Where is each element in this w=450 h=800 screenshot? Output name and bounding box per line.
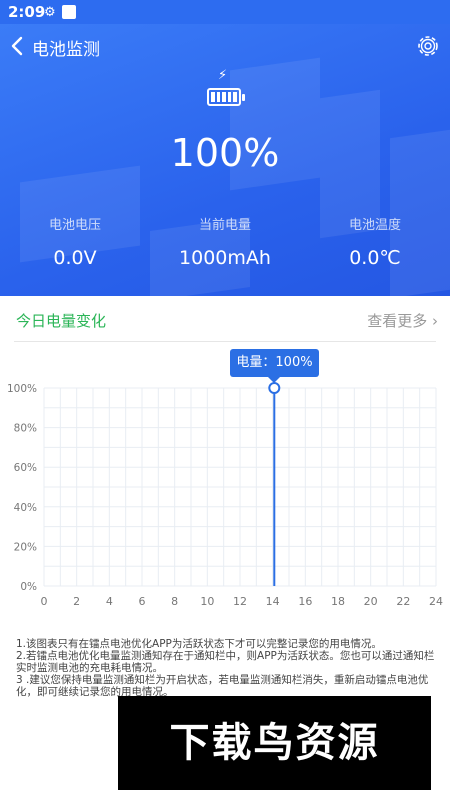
y-tick-label: 20% (14, 541, 37, 553)
x-tick-label: 0 (41, 595, 48, 608)
x-tick-label: 14 (266, 595, 280, 608)
highlight-point (268, 382, 281, 394)
x-tick-label: 10 (200, 595, 214, 608)
stat-capacity-value: 1000mAh (179, 247, 271, 269)
chart-tooltip-text: 电量：100% (236, 355, 313, 370)
y-tick-label: 0% (20, 581, 37, 593)
status-bar: 2:09 ⚙ (0, 0, 450, 24)
stat-temperature-value: 0.0℃ (349, 247, 401, 269)
battery-icon (207, 88, 245, 106)
settings-gear-icon[interactable] (414, 32, 442, 60)
note-2: 2.若镭点电池优化电量监测通知存在于通知栏中，则APP为活跃状态。您也可以通过通… (16, 650, 435, 674)
battery-hero-panel: 电池监测 ⚡ 100% 电池电压 0.0V 当前电量 1000mAh 电池温度 … (0, 24, 450, 296)
battery-chart: 0%20%40%60%80%100%0 2 4 6 8 10 12 14 16 18 20 22 24 (7, 382, 443, 608)
stat-voltage-value: 0.0V (53, 247, 97, 269)
view-more-label: 查看更多 (367, 312, 428, 330)
notification-icon (62, 5, 76, 19)
x-tick-label: 20 (364, 595, 378, 608)
x-tick-label: 6 (139, 595, 146, 608)
x-tick-label: 4 (106, 595, 113, 608)
chevron-right-icon: › (432, 312, 438, 330)
stat-temperature: 电池温度 0.0℃ (300, 214, 450, 269)
note-1: 1.该图表只有在镭点电池优化APP为活跃状态下才可以完整记录您的用电情况。 (16, 638, 382, 650)
status-time: 2:09 (8, 3, 46, 21)
settings-gear-status-icon: ⚙ (44, 5, 56, 20)
divider (14, 341, 436, 342)
stat-capacity: 当前电量 1000mAh (150, 214, 300, 269)
view-more-link[interactable]: 查看更多 › (367, 310, 438, 331)
charging-bolt-icon: ⚡ (218, 68, 228, 83)
y-tick-label: 80% (14, 423, 37, 435)
stat-voltage-label: 电池电压 (48, 218, 101, 233)
top-bar: 电池监测 (0, 24, 450, 68)
stat-capacity-label: 当前电量 (198, 218, 251, 233)
page-title: 电池监测 (32, 40, 100, 60)
battery-percent: 100% (170, 131, 280, 175)
x-tick-label: 24 (429, 595, 443, 608)
note-3: 3 .建议您保持电量监测通知栏为开启状态，若电量监测通知栏消失，重新启动镭点电池… (16, 674, 429, 698)
x-tick-label: 2 (73, 595, 80, 608)
notes: 1.该图表只有在镭点电池优化APP为活跃状态下才可以完整记录您的用电情况。 2.… (16, 638, 438, 698)
y-tick-label: 40% (14, 502, 37, 514)
x-tick-label: 18 (331, 595, 345, 608)
chart-tooltip: 电量：100% (230, 349, 319, 383)
watermark-logo: 下载鸟资源 (118, 696, 431, 790)
y-tick-label: 100% (7, 383, 37, 395)
x-tick-label: 8 (171, 595, 178, 608)
stat-voltage: 电池电压 0.0V (0, 214, 150, 269)
back-arrow-icon[interactable] (8, 34, 28, 58)
x-tick-label: 12 (233, 595, 247, 608)
x-tick-label: 16 (298, 595, 312, 608)
stat-temperature-label: 电池温度 (348, 218, 401, 233)
section-title: 今日电量变化 (16, 312, 107, 330)
y-tick-label: 60% (14, 462, 37, 474)
x-tick-label: 22 (396, 595, 410, 608)
